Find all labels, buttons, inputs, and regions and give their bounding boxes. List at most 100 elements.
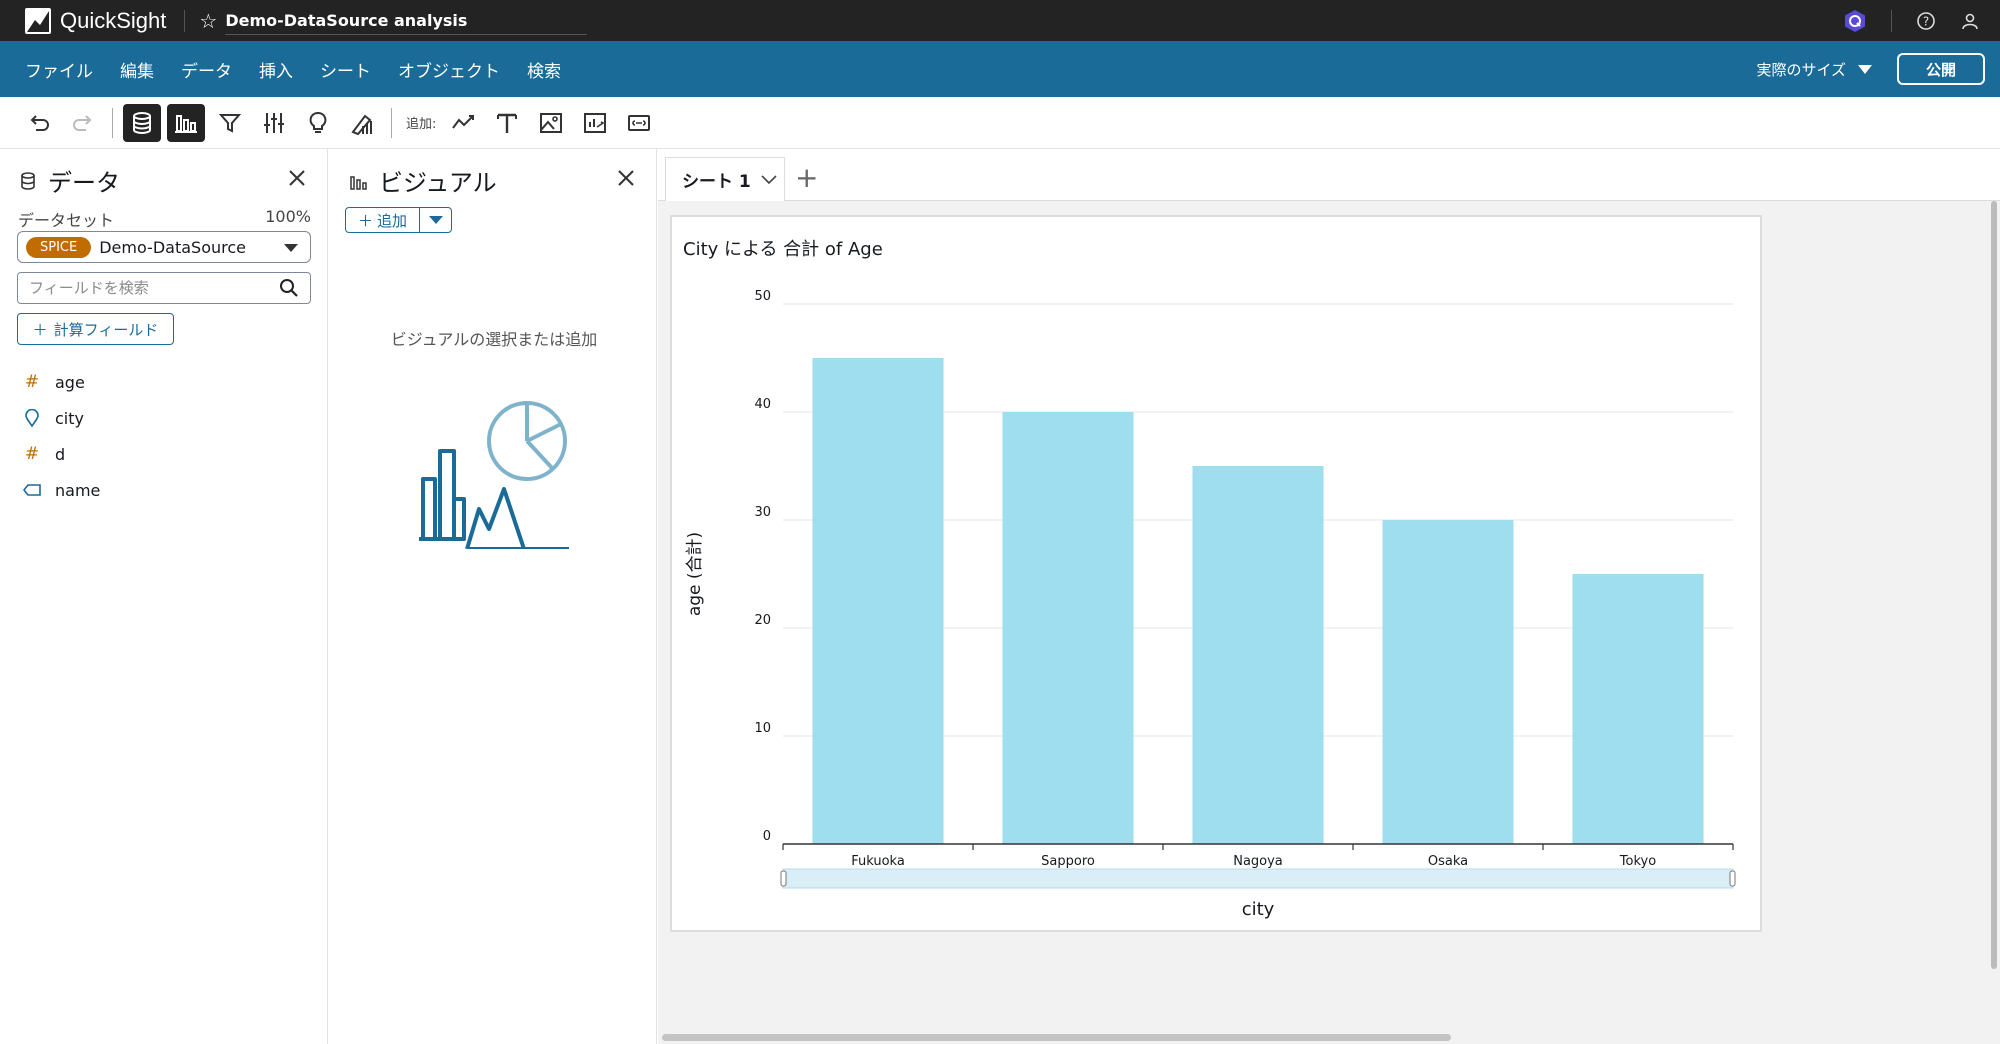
- bar-chart-icon: [175, 114, 197, 133]
- plus-icon: ＋: [357, 211, 373, 230]
- dataset-percent: 100%: [265, 207, 311, 226]
- add-insight-button[interactable]: [576, 104, 614, 142]
- add-visual-split-button: ＋ 追加: [345, 207, 452, 233]
- sheet-tab-bar: シート 1 +: [658, 149, 2000, 201]
- add-text-button[interactable]: [488, 104, 526, 142]
- bar-chart-icon: [350, 175, 367, 190]
- menu-edit[interactable]: 編集: [120, 57, 154, 82]
- publish-button[interactable]: 公開: [1897, 53, 1985, 85]
- close-icon[interactable]: [287, 168, 307, 188]
- add-image-button[interactable]: [532, 104, 570, 142]
- visuals-illustration-icon: [419, 401, 569, 549]
- close-icon[interactable]: [616, 168, 636, 188]
- user-profile-icon[interactable]: [1960, 11, 1980, 31]
- add-visual-button[interactable]: ＋ 追加: [346, 208, 420, 232]
- add-sheet-icon[interactable]: +: [795, 161, 818, 194]
- bar: [812, 358, 944, 844]
- data-panel-header: データ: [18, 163, 120, 198]
- dataset-select[interactable]: SPICE Demo-DataSource: [17, 231, 311, 263]
- x-axis-label: city: [1242, 899, 1275, 920]
- image-icon: [540, 112, 563, 133]
- visual-panel-header: ビジュアル: [349, 163, 497, 198]
- chart-arrow-icon: [584, 112, 607, 133]
- calc-field-label: 計算フィールド: [53, 320, 159, 339]
- toolbar: 追加:: [0, 97, 2000, 149]
- undo-button[interactable]: [20, 104, 58, 142]
- add-calculated-field-button[interactable]: ＋ 計算フィールド: [17, 313, 174, 345]
- themes-button[interactable]: [343, 104, 381, 142]
- visuals-panel-button[interactable]: [167, 103, 205, 142]
- add-label: 追加: [377, 211, 408, 230]
- bar: [1382, 520, 1514, 844]
- add-visual-dropdown[interactable]: [420, 208, 451, 232]
- empty-visual-text: ビジュアルの選択または追加: [390, 330, 598, 349]
- view-size-dropdown[interactable]: 実際のサイズ: [1756, 59, 1872, 80]
- vertical-scrollbar[interactable]: [1991, 201, 1997, 969]
- plus-icon: ＋: [32, 320, 48, 339]
- menu-object[interactable]: オブジェクト: [398, 57, 500, 82]
- field-name: age: [55, 372, 85, 392]
- filter-icon: [218, 113, 242, 133]
- tab-label: シート 1: [682, 172, 751, 192]
- chevron-down-icon: [428, 216, 443, 224]
- menu-file[interactable]: ファイル: [25, 57, 93, 82]
- controls-button[interactable]: [255, 104, 293, 142]
- dataset-row: データセット 100%: [18, 207, 311, 231]
- quicksight-logo[interactable]: QuickSight: [25, 7, 167, 34]
- x-tick-label: Tokyo: [1619, 854, 1656, 869]
- data-panel: データ データセット 100% SPICE Demo-DataSource ＋ …: [0, 149, 328, 1044]
- tag-icon: [22, 484, 42, 496]
- field-item-name[interactable]: name: [22, 472, 100, 508]
- chevron-down-icon: [284, 244, 298, 252]
- y-tick-label: 30: [754, 505, 771, 520]
- top-bar: QuickSight ☆ Demo-DataSource analysis ?: [0, 0, 2000, 41]
- bar: [1002, 412, 1134, 844]
- field-item-city[interactable]: city: [22, 400, 100, 436]
- add-embed-button[interactable]: [620, 104, 658, 142]
- y-tick-label: 0: [763, 829, 771, 844]
- database-icon: [21, 171, 35, 190]
- horizontal-scrollbar[interactable]: [662, 1034, 1451, 1041]
- favorite-star-icon[interactable]: ☆: [199, 9, 217, 33]
- bar: [1192, 466, 1324, 844]
- quicksight-logo-icon: [25, 7, 51, 34]
- filter-button[interactable]: [211, 104, 249, 142]
- chevron-down-icon[interactable]: [761, 174, 777, 185]
- dataset-name: Demo-DataSource: [99, 237, 246, 257]
- amazon-q-icon[interactable]: [1843, 9, 1867, 33]
- menu-sheet[interactable]: シート: [320, 57, 371, 82]
- top-right-divider: [1891, 9, 1892, 32]
- analysis-title[interactable]: Demo-DataSource analysis: [225, 7, 588, 35]
- paint-brush-icon: [351, 114, 372, 135]
- insights-button[interactable]: [299, 104, 337, 142]
- tab-sheet-1[interactable]: シート 1: [665, 157, 785, 201]
- redo-icon: [73, 114, 92, 131]
- x-tick-label: Sapporo: [1041, 854, 1095, 869]
- range-handle-right: [1729, 870, 1736, 887]
- menu-insert[interactable]: 挿入: [259, 57, 293, 82]
- undo-icon: [30, 114, 49, 131]
- lightbulb-icon: [309, 111, 327, 133]
- hash-icon: #: [24, 444, 40, 464]
- field-search-input[interactable]: [17, 272, 311, 304]
- y-tick-label: 10: [754, 721, 771, 736]
- menu-data[interactable]: データ: [181, 57, 232, 82]
- y-tick-label: 20: [754, 613, 771, 628]
- field-name: d: [55, 444, 66, 464]
- range-handle-left: [780, 870, 787, 887]
- app-name: QuickSight: [60, 7, 167, 33]
- menu-bar: ファイル 編集 データ 挿入 シート オブジェクト 検索 実際のサイズ 公開: [0, 41, 2000, 97]
- field-item-d[interactable]: # d: [22, 436, 100, 472]
- menu-search[interactable]: 検索: [527, 57, 561, 82]
- bar-chart-visual[interactable]: City による 合計 of Age 0 10 20 30 40 50 Fukuoka Sap…: [670, 215, 1762, 932]
- redo-button[interactable]: [64, 104, 102, 142]
- database-icon: [133, 111, 151, 134]
- data-panel-button[interactable]: [123, 103, 161, 142]
- toolbar-divider-2: [391, 107, 392, 138]
- help-icon[interactable]: ?: [1916, 11, 1936, 31]
- field-item-age[interactable]: # age: [22, 364, 100, 400]
- search-icon[interactable]: [278, 277, 300, 299]
- x-range-slider: [782, 868, 1734, 889]
- embed-link-icon: [628, 114, 651, 131]
- add-visual-button[interactable]: [444, 104, 482, 142]
